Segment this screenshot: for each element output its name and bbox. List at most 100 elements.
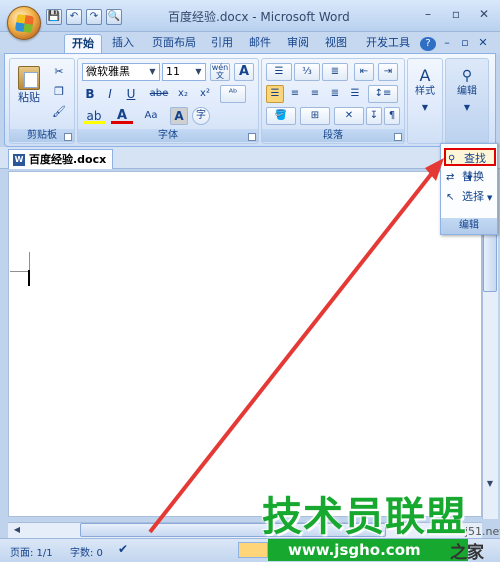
document-tab[interactable]: W 百度经验.docx	[8, 149, 114, 169]
shading-icon[interactable]: 🪣	[266, 107, 296, 125]
margin-marks	[10, 252, 30, 272]
highlight-color-swatch	[83, 121, 105, 124]
chevron-down-icon[interactable]: ▼	[147, 65, 158, 79]
tab-developer[interactable]: 开发工具	[360, 34, 416, 54]
font-size-value: 11	[166, 65, 180, 78]
chevron-down-icon: ▼	[487, 194, 493, 202]
binoculars-icon: ⚲	[448, 154, 456, 165]
phonetic-guide-button[interactable]: wén 文	[210, 63, 230, 81]
proofing-icon[interactable]: ✔	[118, 542, 128, 556]
numbering-icon[interactable]: ⅓	[294, 63, 320, 81]
highlight-color-icon[interactable]: ab	[82, 107, 106, 125]
chinese-layout-icon[interactable]: ✕	[334, 107, 364, 125]
align-left-icon[interactable]: ☰	[266, 85, 284, 103]
enclose-characters-icon[interactable]: 字	[192, 107, 210, 125]
font-group: 微软雅黑 ▼ 11 ▼ wén 文 A B I U abe x₂ x² ᴬᵇ ab …	[77, 58, 259, 144]
find-button[interactable]: ⚲ 查找▼	[444, 148, 496, 182]
editing-group: ⚲ 编辑 ▼	[445, 58, 489, 144]
word-doc-icon: W	[13, 153, 25, 166]
chevron-down-icon[interactable]: ▼	[193, 65, 204, 79]
font-launcher-icon[interactable]	[248, 133, 256, 141]
redo-icon[interactable]: ↷	[86, 9, 102, 25]
undo-icon[interactable]: ↶	[66, 9, 82, 25]
ribbon-minimize-button[interactable]: –	[440, 34, 454, 54]
save-icon[interactable]: 💾	[46, 9, 62, 25]
editing-dropdown-label: 编辑	[441, 218, 497, 234]
ribbon-close-button[interactable]: ✕	[476, 34, 490, 54]
format-painter-icon[interactable]: 🖌	[50, 103, 68, 119]
font-name-value: 微软雅黑	[86, 65, 130, 78]
increase-indent-icon[interactable]: ⇥	[378, 63, 398, 81]
tab-home[interactable]: 开始	[64, 34, 102, 54]
clipboard-group: 粘贴 ✂ ❐ 🖌 剪贴板	[9, 58, 75, 144]
strikethrough-button[interactable]: abe	[148, 85, 170, 103]
scroll-left-icon[interactable]: ◀	[10, 523, 24, 537]
close-button[interactable]: ✕	[474, 6, 494, 22]
quick-access-toolbar: 💾 ↶ ↷ 🔍	[46, 8, 122, 26]
bold-button[interactable]: B	[82, 85, 98, 103]
watermark-domain: j51.net	[465, 525, 500, 538]
decrease-indent-icon[interactable]: ⇤	[354, 63, 374, 81]
print-preview-icon[interactable]: 🔍	[106, 9, 122, 25]
borders-icon[interactable]: ⊞	[300, 107, 330, 125]
align-center-icon[interactable]: ≡	[286, 85, 304, 103]
bullets-icon[interactable]: ☰	[266, 63, 292, 81]
paragraph-launcher-icon[interactable]	[394, 133, 402, 141]
line-spacing-icon[interactable]: ↕≡	[368, 85, 398, 103]
scroll-down-icon[interactable]: ▼	[483, 477, 497, 491]
sort-icon[interactable]: ↧	[366, 107, 382, 125]
change-case-button[interactable]: Aa	[138, 107, 164, 125]
character-border-button[interactable]: A	[234, 63, 254, 81]
styles-label: 样式	[415, 86, 435, 97]
font-color-swatch	[111, 121, 133, 124]
align-right-icon[interactable]: ≡	[306, 85, 324, 103]
maximize-button[interactable]: ▫	[446, 6, 466, 22]
select-label: 选择	[462, 190, 484, 203]
window-controls: – ▫ ✕	[418, 6, 494, 22]
tab-review[interactable]: 审阅	[282, 34, 314, 54]
tab-mailings[interactable]: 邮件	[244, 34, 276, 54]
styles-button[interactable]: A 样式 ▼	[410, 63, 440, 119]
character-shading-icon[interactable]: A	[170, 107, 188, 125]
styles-group: A 样式 ▼	[407, 58, 443, 144]
help-icon[interactable]: ?	[420, 37, 436, 51]
paste-button[interactable]: 粘贴	[14, 63, 44, 109]
font-color-icon[interactable]: A	[110, 107, 134, 125]
watermark-title: 技术员联盟	[262, 494, 467, 540]
underline-button[interactable]: U	[122, 85, 140, 103]
office-button[interactable]	[7, 6, 41, 40]
view-mode-icon[interactable]	[238, 542, 268, 558]
ribbon: 粘贴 ✂ ❐ 🖌 剪贴板 微软雅黑 ▼ 11 ▼ wén 文 A B I U abe…	[4, 53, 496, 147]
subscript-button[interactable]: x₂	[174, 85, 192, 103]
italic-button[interactable]: I	[102, 85, 118, 103]
minimize-button[interactable]: –	[418, 6, 438, 22]
page-count-status[interactable]: 页面: 1/1	[10, 544, 53, 559]
distributed-icon[interactable]: ☰	[346, 85, 364, 103]
multilevel-list-icon[interactable]: ≣	[322, 63, 348, 81]
show-marks-icon[interactable]: ¶	[384, 107, 400, 125]
word-count-status[interactable]: 字数: 0	[70, 544, 103, 559]
justify-icon[interactable]: ≣	[326, 85, 344, 103]
font-size-combo[interactable]: 11 ▼	[162, 63, 206, 81]
chevron-down-icon: ▼	[463, 103, 471, 112]
paragraph-group-label: 段落	[262, 129, 404, 142]
font-name-combo[interactable]: 微软雅黑 ▼	[82, 63, 160, 81]
ribbon-restore-button[interactable]: ▫	[458, 34, 472, 54]
select-button[interactable]: ↖ 选择 ▼	[444, 188, 496, 206]
chevron-down-icon: ▼	[421, 103, 429, 112]
cut-icon[interactable]: ✂	[50, 63, 68, 79]
copy-icon[interactable]: ❐	[50, 83, 68, 99]
tab-insert[interactable]: 插入	[106, 34, 140, 54]
superscript-button[interactable]: x²	[196, 85, 214, 103]
clear-format-icon[interactable]: ᴬᵇ	[220, 85, 246, 103]
clipboard-launcher-icon[interactable]	[64, 133, 72, 141]
editing-button[interactable]: ⚲ 编辑 ▼	[450, 63, 484, 119]
font-group-label: 字体	[78, 129, 258, 142]
replace-label: 替换	[462, 170, 484, 183]
tab-page-layout[interactable]: 页面布局	[146, 34, 202, 54]
watermark-brand: 之家	[450, 543, 484, 562]
document-page[interactable]	[8, 171, 482, 517]
tab-references[interactable]: 引用	[206, 34, 238, 54]
tab-view[interactable]: 视图	[320, 34, 352, 54]
replace-button[interactable]: ⇄ 替换	[444, 168, 496, 186]
